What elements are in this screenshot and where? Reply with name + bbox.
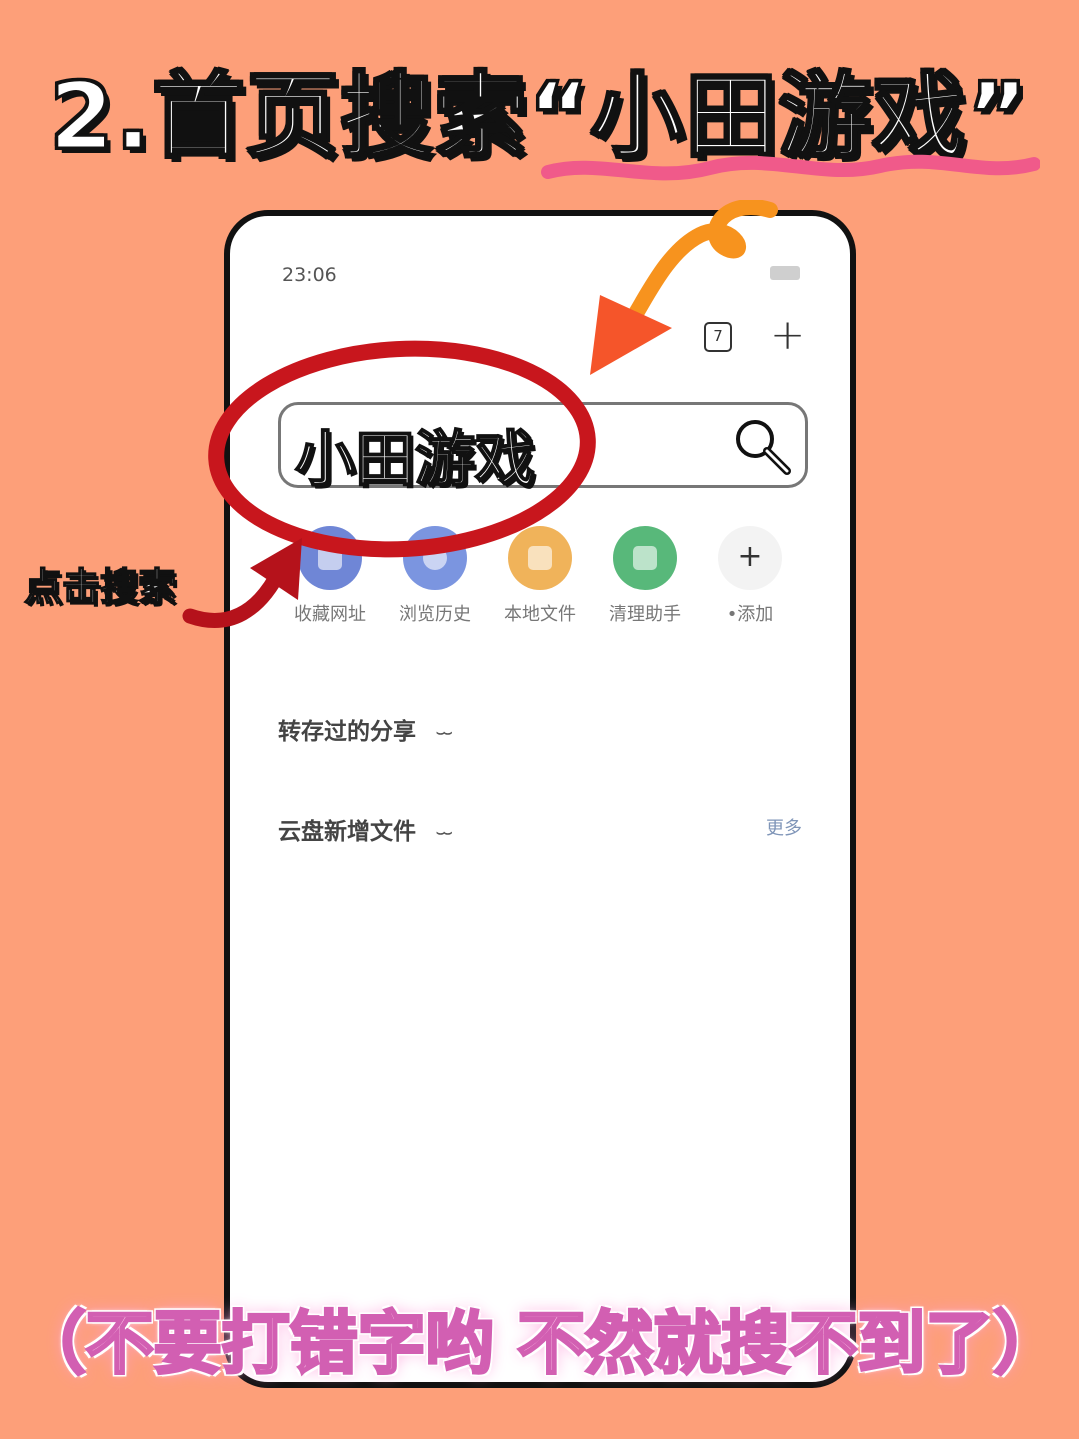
- eye-closed-icon[interactable]: ⌣⌣: [436, 825, 453, 841]
- eye-closed-icon[interactable]: ⌣⌣: [436, 725, 453, 741]
- pink-underline-squiggle: [541, 154, 1040, 181]
- shortcut-label: 浏览历史: [399, 604, 471, 625]
- magnifier-search-icon[interactable]: [729, 413, 795, 479]
- add-icon: +: [718, 526, 782, 590]
- section-saved-shares[interactable]: 转存过的分享 ⌣⌣: [278, 712, 453, 746]
- shortcut-label: 清理助手: [609, 604, 681, 625]
- shortcut-label: 本地文件: [504, 604, 576, 625]
- shortcut-cleaner[interactable]: 清理助手: [595, 526, 695, 626]
- click-search-label: 点击搜索: [23, 564, 177, 610]
- more-link[interactable]: 更多: [766, 814, 802, 840]
- shortcut-label: •添加: [726, 604, 774, 625]
- status-time: 23:06: [282, 264, 337, 286]
- orange-arrow-icon: [590, 200, 778, 375]
- shortcut-add[interactable]: + •添加: [700, 526, 800, 626]
- red-arrow-icon: [182, 538, 302, 628]
- section-cloud-new-files[interactable]: 云盘新增文件 ⌣⌣: [278, 812, 453, 846]
- broom-icon: [613, 526, 677, 590]
- red-highlight-ellipse: [208, 340, 596, 558]
- warning-banner: （不要打错字哟 不然就搜不到了）: [16, 1304, 1063, 1386]
